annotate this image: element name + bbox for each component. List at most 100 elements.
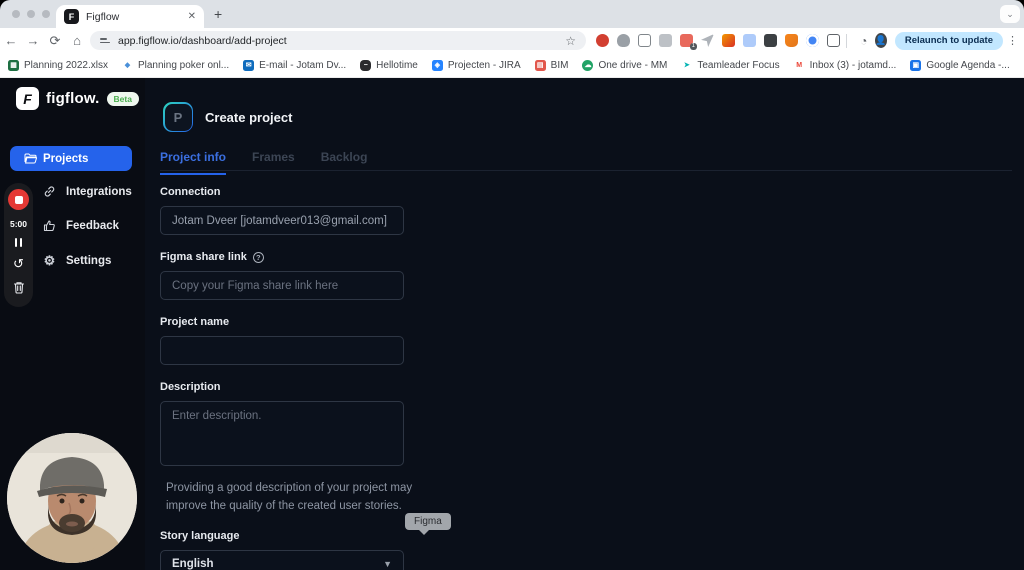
gmail-icon: M [793,59,805,71]
tab-divider [160,170,1012,171]
browser-tab[interactable]: F Figflow ✕ [56,5,204,28]
sidebar-item-settings[interactable]: ⚙ Settings [43,253,112,269]
screen-recorder-widget: 5:00 ↺ [4,183,33,307]
back-icon[interactable]: ← [0,33,22,48]
figma-share-link-input[interactable] [160,271,404,300]
bookmark-item[interactable]: M Inbox (3) - jotamd... [793,59,896,71]
bim-icon: ▤ [534,59,546,71]
browser-window: F Figflow ✕ + ⌄ ← → ⟳ ⌂ app.figflow.io/d… [0,0,1024,570]
send-icon[interactable] [701,34,714,47]
browser-toolbar: ← → ⟳ ⌂ app.figflow.io/dashboard/add-pro… [0,28,1024,53]
puzzle-extensions-icon[interactable] [827,34,840,47]
mail-icon: ✉ [243,59,255,71]
recording-timer: 5:00 [9,219,27,229]
gear-icon: ⚙ [43,253,56,268]
window-zoom-button[interactable] [42,10,50,18]
sidebar-item-projects[interactable]: Projects [10,146,132,171]
bookmark-item[interactable]: ☁ One drive - MM [582,59,667,71]
story-language-select[interactable]: English ▼ [160,549,404,570]
bookmark-item[interactable]: ➤ Teamleader Focus [681,59,780,71]
webcam-video [7,433,137,563]
poker-icon: ◆ [121,59,133,71]
tab-title: Figflow [86,10,120,23]
tab-strip: F Figflow ✕ + ⌄ [0,0,1024,28]
url-text[interactable]: app.figflow.io/dashboard/add-project [118,35,557,47]
bookmark-item[interactable]: − Hellotime [360,59,418,71]
teamleader-icon: ➤ [681,59,693,71]
globe-icon[interactable]: ◔ [853,34,875,48]
bookmark-item[interactable]: ◆ Planning poker onl... [121,59,229,71]
beta-badge: Beta [106,91,139,106]
bookmark-item[interactable]: ▤ BIM [534,59,568,71]
document-extension-icon[interactable] [764,34,777,47]
trash-icon[interactable] [13,281,25,294]
page-header: P Create project [163,102,292,132]
figflow-logo-icon: F [16,87,39,110]
tab-project-info[interactable]: Project info [160,150,227,175]
jira-icon: ◈ [431,59,443,71]
adblock-icon[interactable] [596,34,609,47]
onedrive-icon: ☁ [582,59,594,71]
description-helper-text: Providing a good description of your pro… [166,482,413,512]
bookmark-item[interactable]: ▣ Google Agenda -... [910,59,1010,71]
figflow-logo-text: figflow. [46,90,100,107]
bookmark-item[interactable]: ◈ Projecten - JIRA [431,59,521,71]
window-close-button[interactable] [12,10,20,18]
help-question-icon[interactable]: ? [252,251,264,263]
site-settings-icon[interactable] [100,38,110,43]
link-icon [44,186,55,197]
relaunch-to-update-button[interactable]: Relaunch to update [894,31,1003,50]
figflow-logo: F figflow. Beta [16,87,139,110]
webcam-bubble[interactable] [7,433,137,563]
new-tab-button[interactable]: + [214,6,222,22]
reload-icon[interactable]: ⟳ [44,33,66,49]
story-language-label: Story language [160,529,240,542]
connection-input[interactable] [160,206,404,235]
sidebar: F figflow. Beta Projects Integrations Fe… [0,78,145,570]
gray-extension-icon[interactable] [659,34,672,47]
extensions-row: 1 [596,34,840,50]
bookmarks-bar: ▦ Planning 2022.xlsx ◆ Planning poker onl.… [0,53,1024,78]
pause-icon[interactable] [14,238,23,247]
metamask-fox-icon[interactable] [785,34,798,47]
project-name-input[interactable] [160,336,404,365]
sidebar-item-feedback[interactable]: Feedback [43,219,119,232]
excel-icon: ▦ [8,59,19,71]
home-icon[interactable]: ⌂ [66,33,88,48]
project-letter-icon: P [163,102,193,132]
tab-backlog[interactable]: Backlog [321,150,368,175]
window-minimize-button[interactable] [27,10,35,18]
toolbar-divider [846,33,847,48]
sidebar-item-integrations[interactable]: Integrations [43,185,132,198]
shield-icon[interactable] [617,34,630,47]
folder-icon [24,153,37,164]
tab-search-button[interactable]: ⌄ [1000,5,1020,23]
restart-icon[interactable]: ↺ [13,257,24,270]
thumbs-up-icon [43,220,55,232]
stop-recording-button[interactable] [8,189,29,210]
bookmark-item[interactable]: ✉ E-mail - Jotam Dv... [243,59,346,71]
orange-extension-icon[interactable] [722,34,735,47]
browser-menu-icon[interactable]: ⋮ [1007,34,1018,47]
notifier-badge-icon[interactable]: 1 [680,34,697,50]
blue-capsule-icon[interactable] [743,34,756,47]
create-project-form: Connection Figma share link ? Project na… [160,186,412,570]
tab-frames[interactable]: Frames [252,150,295,175]
description-textarea[interactable] [160,401,404,466]
calendar-icon: ▣ [910,59,922,71]
forward-icon[interactable]: → [22,33,44,48]
figflow-favicon: F [64,9,79,24]
bookmark-item[interactable]: ▦ Planning 2022.xlsx [8,59,108,71]
hellotime-icon: − [360,59,372,71]
project-name-label: Project name [160,316,230,328]
bookmark-star-icon[interactable]: ☆ [565,34,576,48]
description-label: Description [160,381,221,393]
address-bar[interactable]: app.figflow.io/dashboard/add-project ☆ [90,31,586,50]
figma-share-link-label: Figma share link ? [160,251,410,263]
tab-close-icon[interactable]: ✕ [188,11,196,22]
blue-circle-icon[interactable] [806,34,819,47]
profile-avatar-icon[interactable]: 👤 [874,33,887,48]
camera-icon[interactable] [638,34,651,47]
figma-tooltip: Figma [405,513,451,535]
window-controls[interactable] [12,10,50,18]
